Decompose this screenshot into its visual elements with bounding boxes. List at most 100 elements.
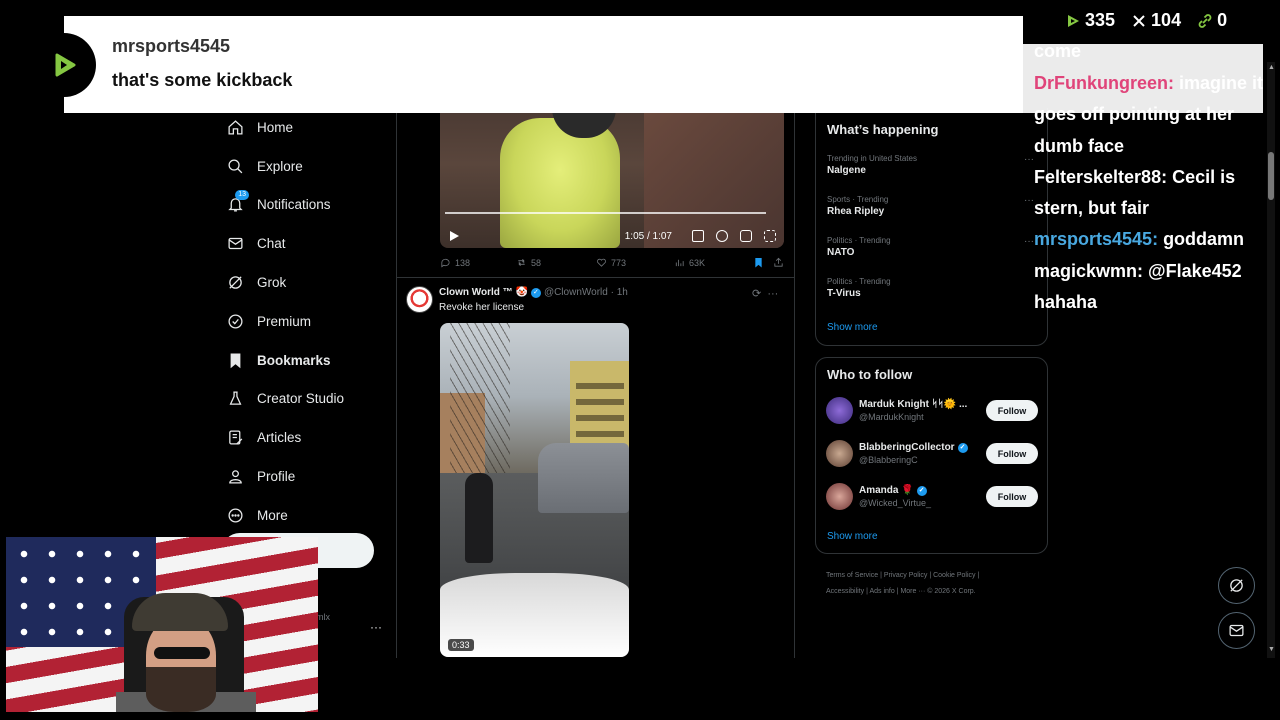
sidebar-item-notifications[interactable]: 13 Notifications [222, 186, 382, 225]
avatar [826, 483, 853, 510]
whats-happening-card: What’s happening Trending in United Stat… [815, 108, 1048, 346]
chat-message: DrFunkungreen: imagine it goes off point… [1034, 68, 1268, 162]
like-button[interactable]: 773 [596, 257, 674, 268]
suggestion-handle: @BlabberingC [859, 455, 918, 465]
sidebar-item-bookmarks[interactable]: Bookmarks [222, 341, 382, 380]
follow-button[interactable]: Follow [986, 486, 1038, 507]
verified-icon: ✓ [530, 287, 541, 298]
tweet2-handle[interactable]: @ClownWorld · 1h [544, 287, 628, 298]
sidebar-item-articles[interactable]: Articles [222, 418, 382, 457]
sidebar-item-label: Chat [257, 236, 286, 252]
reply-icon [441, 258, 450, 268]
pip-icon[interactable] [740, 230, 752, 242]
sidebar-item-chat[interactable]: Chat [222, 224, 382, 263]
sidebar-item-more[interactable]: More [222, 496, 382, 535]
footer-line[interactable]: Terms of Service | Privacy Policy | Cook… [826, 568, 1046, 584]
trend-context: Politics · Trending [827, 236, 891, 245]
follow-button[interactable]: Follow [986, 400, 1038, 421]
link-count: 0 [1217, 10, 1228, 30]
follow-suggestion[interactable]: Amanda 🌹 ✓ @Wicked_Virtue_ Follow [826, 483, 1038, 510]
trend-context: Trending in United States [827, 154, 917, 163]
tweet2-video[interactable]: 0:33 [440, 323, 629, 657]
suggestion-name-text: BlabberingCollector [859, 442, 955, 453]
trend-item[interactable]: Trending in United States Nalgene [827, 154, 917, 176]
reply-button[interactable]: 138 [440, 257, 516, 268]
grok-icon[interactable]: ⟳ [752, 288, 761, 300]
trend-item[interactable]: Politics · Trending NATO [827, 236, 891, 258]
bell-icon: 13 [226, 189, 249, 214]
bookmark-button[interactable] [753, 257, 768, 268]
link-viewer-stat: 0 [1197, 10, 1227, 31]
tweet1-actions: 138 58 773 63K [440, 257, 785, 268]
trend-more-icon[interactable]: ··· [1024, 154, 1034, 165]
link-icon [1198, 13, 1212, 28]
tweet2-avatar[interactable] [406, 286, 433, 313]
chat-username: Felterskelter88: [1034, 166, 1168, 187]
scroll-down-arrow[interactable]: ▼ [1268, 646, 1275, 653]
banner-username: mrsports4545 [112, 36, 231, 56]
x-count: 104 [1151, 10, 1182, 30]
banner-message: that's some kickback [112, 70, 293, 90]
avatar [826, 397, 853, 424]
sidebar-item-creator-studio[interactable]: Creator Studio [222, 380, 382, 419]
sidebar-item-label: More [257, 507, 288, 523]
trend-item[interactable]: Sports · Trending Rhea Ripley [827, 195, 888, 217]
views-icon [675, 259, 684, 267]
account-menu-icon[interactable]: ··· [370, 620, 382, 634]
creator-icon [226, 390, 244, 408]
sidebar-item-label: Articles [257, 430, 302, 446]
sidebar-item-profile[interactable]: Profile [222, 457, 382, 496]
reply-count: 138 [455, 257, 471, 268]
bookmark-icon [226, 351, 244, 369]
show-more-link[interactable]: Show more [827, 531, 878, 542]
trend-context: Sports · Trending [827, 195, 889, 204]
messages-float-button[interactable] [1218, 612, 1255, 649]
trend-more-icon[interactable]: ··· [1024, 195, 1034, 206]
mail-icon [1229, 624, 1244, 637]
home-icon [226, 118, 244, 136]
trend-more-icon[interactable]: ··· [1024, 236, 1034, 247]
sidebar-item-home[interactable]: Home [222, 108, 382, 147]
trend-name: Rhea Ripley [827, 206, 885, 217]
video-frame-van [538, 443, 629, 513]
video-duration: 0:33 [448, 639, 474, 651]
volume-icon[interactable] [692, 230, 704, 242]
sidebar-item-grok[interactable]: Grok [222, 263, 382, 302]
settings-icon[interactable] [716, 230, 728, 242]
tweet2-author-name[interactable]: Clown World ™ 🤡 [439, 287, 528, 298]
repost-button[interactable]: 58 [516, 257, 596, 268]
streamer-glasses [154, 647, 210, 659]
chat-message-partial: come [1034, 41, 1082, 61]
trend-item[interactable]: Politics · Trending T-Virus [827, 277, 891, 299]
follow-suggestion[interactable]: BlabberingCollector ✓ @BlabberingC Follow [826, 440, 1038, 467]
video-progress-bar[interactable] [445, 212, 766, 214]
show-more-link[interactable]: Show more [827, 322, 878, 333]
grok-icon [226, 274, 244, 292]
chat-message: Felterskelter88: Cecil is stern, but fai… [1034, 162, 1268, 225]
notification-badge: 13 [235, 189, 249, 200]
repost-count: 58 [531, 257, 542, 268]
play-icon[interactable] [448, 230, 460, 242]
tweet1-video[interactable]: 1:05 / 1:07 [440, 108, 784, 248]
video-frame-background [644, 108, 784, 248]
follow-button[interactable]: Follow [986, 443, 1038, 464]
rumble-icon [55, 53, 76, 77]
stream-stats: 335 104 0 [1065, 10, 1237, 31]
chat-username: DrFunkungreen: [1034, 73, 1175, 93]
sidebar-item-explore[interactable]: Explore [222, 147, 382, 186]
sidebar-item-premium[interactable]: Premium [222, 302, 382, 341]
share-button[interactable] [773, 257, 788, 268]
grok-icon [1230, 579, 1243, 592]
share-icon [774, 257, 783, 267]
more-options-icon[interactable]: ··· [767, 288, 778, 300]
video-time: 1:05 / 1:07 [624, 230, 672, 242]
grok-float-button[interactable] [1218, 567, 1255, 604]
suggestion-name: Marduk Knight ᛋᛋ🌞 ... [859, 399, 968, 410]
fullscreen-icon[interactable] [764, 230, 776, 242]
scroll-up-arrow[interactable]: ▲ [1268, 64, 1275, 71]
follow-suggestion[interactable]: Marduk Knight ᛋᛋ🌞 ... @MardukKnight Foll… [826, 397, 1038, 424]
views-button[interactable]: 63K [674, 257, 756, 268]
scrollbar-thumb[interactable] [1268, 152, 1274, 200]
card-title: Who to follow [827, 367, 913, 382]
footer-line[interactable]: Accessibility | Ads info | More ··· © 20… [826, 584, 1046, 600]
